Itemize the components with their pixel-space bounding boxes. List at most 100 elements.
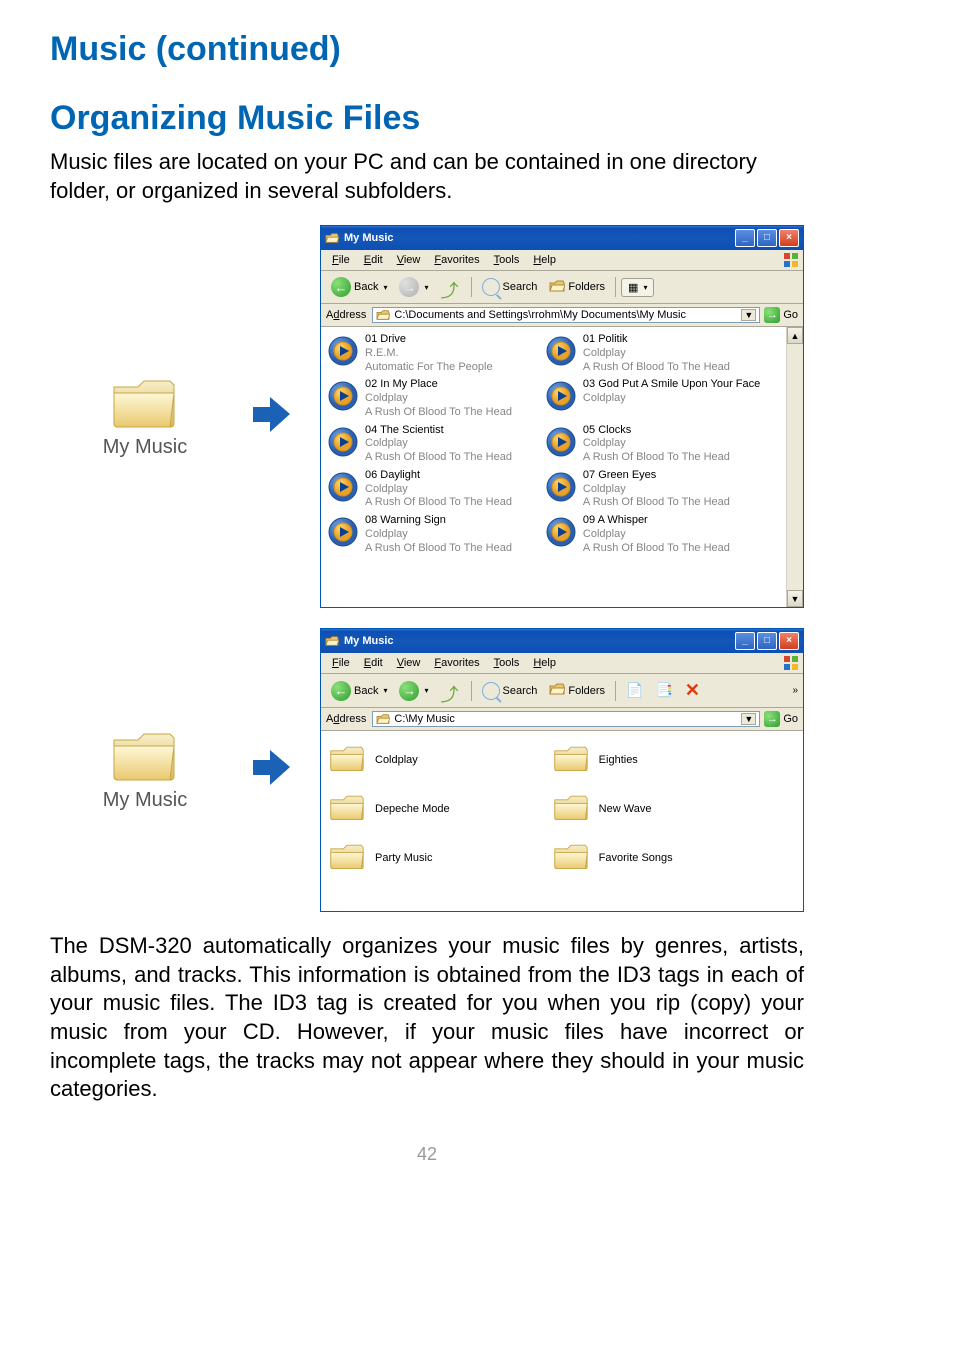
back-button[interactable]: ←Back▾ — [326, 274, 392, 300]
media-file-icon — [327, 380, 359, 412]
folder-icon — [110, 375, 180, 430]
file-title: 07 Green Eyes — [583, 469, 730, 483]
address-dropdown-icon[interactable]: ▼ — [741, 713, 756, 725]
file-item[interactable]: 05 Clocks Coldplay A Rush Of Blood To Th… — [545, 424, 763, 465]
folder-item[interactable]: Party Music — [329, 841, 553, 874]
address-input[interactable]: C:\My Music ▼ — [372, 711, 760, 727]
file-item[interactable]: 03 God Put A Smile Upon Your Face Coldpl… — [545, 378, 763, 419]
file-artist: Coldplay — [583, 528, 730, 542]
file-album: A Rush Of Blood To The Head — [365, 542, 512, 556]
menu-file[interactable]: File — [325, 655, 357, 671]
go-label: Go — [783, 713, 798, 725]
file-album: A Rush Of Blood To The Head — [583, 361, 730, 375]
file-item[interactable]: 01 Politik Coldplay A Rush Of Blood To T… — [545, 333, 763, 374]
file-item[interactable]: 08 Warning Sign Coldplay A Rush Of Blood… — [327, 514, 545, 555]
menu-file[interactable]: File — [325, 252, 357, 268]
address-label: Address — [326, 713, 368, 725]
folder-icon — [329, 841, 365, 874]
file-item[interactable]: 06 Daylight Coldplay A Rush Of Blood To … — [327, 469, 545, 510]
folder-item[interactable]: Coldplay — [329, 743, 553, 776]
address-dropdown-icon[interactable]: ▼ — [741, 309, 756, 321]
file-title: 01 Drive — [365, 333, 493, 347]
scroll-up-icon[interactable]: ▲ — [787, 327, 803, 344]
media-file-icon — [545, 471, 577, 503]
file-album: A Rush Of Blood To The Head — [365, 451, 512, 465]
maximize-button[interactable]: □ — [757, 632, 777, 650]
folder-name: Favorite Songs — [599, 852, 673, 864]
page-heading: Music (continued) — [50, 30, 804, 69]
search-label: Search — [503, 281, 538, 293]
overflow-button[interactable]: » — [792, 685, 798, 696]
go-button[interactable]: →Go — [764, 307, 798, 323]
file-album: A Rush Of Blood To The Head — [365, 406, 512, 420]
search-button[interactable]: Search — [477, 679, 543, 703]
menu-help[interactable]: Help — [526, 252, 563, 268]
file-artist: Coldplay — [365, 392, 512, 406]
menu-help[interactable]: Help — [526, 655, 563, 671]
figure-subfolders: My Music My Music _ □ × FileEditViewFavo… — [50, 628, 804, 912]
windows-logo-icon — [783, 252, 799, 268]
maximize-button[interactable]: □ — [757, 229, 777, 247]
file-item[interactable]: 02 In My Place Coldplay A Rush Of Blood … — [327, 378, 545, 419]
back-label: Back — [354, 685, 378, 697]
file-artist: Coldplay — [583, 392, 760, 406]
file-album: A Rush Of Blood To The Head — [583, 542, 730, 556]
scroll-down-icon[interactable]: ▼ — [787, 590, 803, 607]
folders-button[interactable]: Folders — [544, 276, 610, 299]
close-button[interactable]: × — [779, 632, 799, 650]
file-title: 03 God Put A Smile Upon Your Face — [583, 378, 760, 392]
folder-item[interactable]: Depeche Mode — [329, 792, 553, 825]
go-button[interactable]: →Go — [764, 711, 798, 727]
forward-button[interactable]: →▾ — [394, 274, 433, 300]
minimize-button[interactable]: _ — [735, 229, 755, 247]
move-to-button[interactable]: 📄 — [621, 679, 648, 702]
file-album: A Rush Of Blood To The Head — [583, 496, 730, 510]
file-item[interactable]: 01 Drive R.E.M. Automatic For The People — [327, 333, 545, 374]
menu-edit[interactable]: Edit — [357, 655, 390, 671]
delete-button[interactable]: ✕ — [680, 677, 705, 704]
menu-tools[interactable]: Tools — [487, 655, 527, 671]
media-file-icon — [545, 335, 577, 367]
views-button[interactable]: ▦▾ — [621, 278, 654, 297]
folders-button[interactable]: Folders — [544, 679, 610, 702]
file-artist: Coldplay — [365, 483, 512, 497]
address-input[interactable]: C:\Documents and Settings\rrohm\My Docum… — [372, 307, 760, 323]
menu-tools[interactable]: Tools — [487, 252, 527, 268]
file-title: 01 Politik — [583, 333, 730, 347]
forward-button[interactable]: →▾ — [394, 678, 433, 704]
menu-view[interactable]: View — [390, 655, 428, 671]
menu-favorites[interactable]: Favorites — [427, 655, 486, 671]
section-heading: Organizing Music Files — [50, 99, 804, 138]
scrollbar[interactable]: ▲ ▼ — [786, 327, 803, 607]
up-button[interactable]: ⤴ — [436, 274, 466, 300]
close-button[interactable]: × — [779, 229, 799, 247]
folder-icon — [553, 841, 589, 874]
file-artist: Coldplay — [365, 437, 512, 451]
file-item[interactable]: 09 A Whisper Coldplay A Rush Of Blood To… — [545, 514, 763, 555]
menu-view[interactable]: View — [390, 252, 428, 268]
file-item[interactable]: 04 The Scientist Coldplay A Rush Of Bloo… — [327, 424, 545, 465]
back-button[interactable]: ←Back▾ — [326, 678, 392, 704]
menu-edit[interactable]: Edit — [357, 252, 390, 268]
minimize-button[interactable]: _ — [735, 632, 755, 650]
folder-item[interactable]: Favorite Songs — [553, 841, 777, 874]
media-file-icon — [327, 471, 359, 503]
folder-item[interactable]: Eighties — [553, 743, 777, 776]
up-button[interactable]: ⤴ — [436, 678, 466, 704]
folder-name: Eighties — [599, 754, 638, 766]
go-label: Go — [783, 309, 798, 321]
menu-favorites[interactable]: Favorites — [427, 252, 486, 268]
file-title: 06 Daylight — [365, 469, 512, 483]
address-folder-icon — [376, 309, 390, 321]
file-album: Automatic For The People — [365, 361, 493, 375]
search-button[interactable]: Search — [477, 275, 543, 299]
file-item[interactable]: 07 Green Eyes Coldplay A Rush Of Blood T… — [545, 469, 763, 510]
copy-to-button[interactable]: 📑 — [650, 679, 677, 702]
folder-item[interactable]: New Wave — [553, 792, 777, 825]
media-file-icon — [545, 380, 577, 412]
folder-label: My Music — [103, 789, 187, 812]
titlebar-folder-icon — [325, 635, 339, 647]
folder-icon — [110, 728, 180, 783]
folder-icon — [329, 743, 365, 776]
file-album: A Rush Of Blood To The Head — [365, 496, 512, 510]
